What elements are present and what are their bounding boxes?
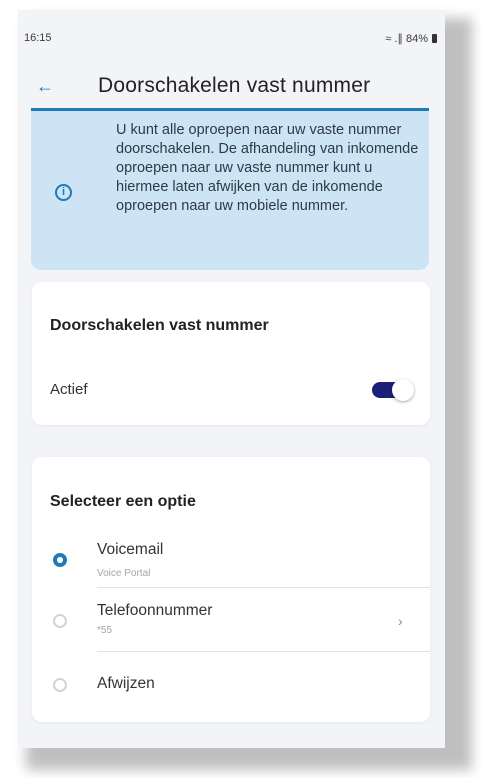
info-banner: i U kunt alle oproepen naar uw vaste num… (31, 108, 429, 270)
option-label: Voicemail (97, 541, 164, 558)
radio-telefoonnummer[interactable] (53, 614, 67, 628)
toggle-knob (392, 379, 414, 401)
status-time: 16:15 (24, 32, 52, 44)
radio-afwijzen[interactable] (53, 678, 67, 692)
option-voicemail[interactable]: Voicemail Voice Portal (32, 535, 430, 587)
phone-screen: 16:15 ≈ .∥ 84% ← Doorschakelen vast numm… (18, 10, 445, 748)
page-title: Doorschakelen vast nummer (98, 74, 371, 97)
option-card-heading: Selecteer een optie (50, 493, 196, 510)
status-bar: 16:15 ≈ .∥ 84% (18, 10, 445, 50)
option-sub: *55 (97, 625, 113, 636)
info-text: U kunt alle oproepen naar uw vaste numme… (116, 122, 419, 214)
info-icon: i (55, 184, 72, 201)
chevron-right-icon: › (398, 613, 403, 629)
status-indicators: ≈ .∥ 84% (385, 32, 437, 45)
app-bar: ← Doorschakelen vast nummer (18, 70, 445, 110)
option-label: Afwijzen (97, 675, 155, 692)
back-arrow-icon[interactable]: ← (36, 76, 54, 96)
option-sub: Voice Portal (97, 568, 151, 579)
forward-card: Doorschakelen vast nummer Actief (32, 282, 430, 425)
forward-card-heading: Doorschakelen vast nummer (50, 317, 269, 334)
battery-icon (432, 34, 437, 43)
option-card: Selecteer een optie Voicemail Voice Port… (32, 457, 430, 722)
option-afwijzen[interactable]: Afwijzen (32, 652, 430, 712)
signal-battery-text: ≈ .∥ 84% (385, 33, 428, 45)
active-toggle[interactable] (372, 379, 414, 401)
active-label: Actief (50, 381, 88, 398)
option-telefoonnummer[interactable]: Telefoonnummer *55 › (32, 588, 430, 651)
radio-voicemail[interactable] (53, 553, 67, 567)
option-label: Telefoonnummer (97, 602, 213, 619)
